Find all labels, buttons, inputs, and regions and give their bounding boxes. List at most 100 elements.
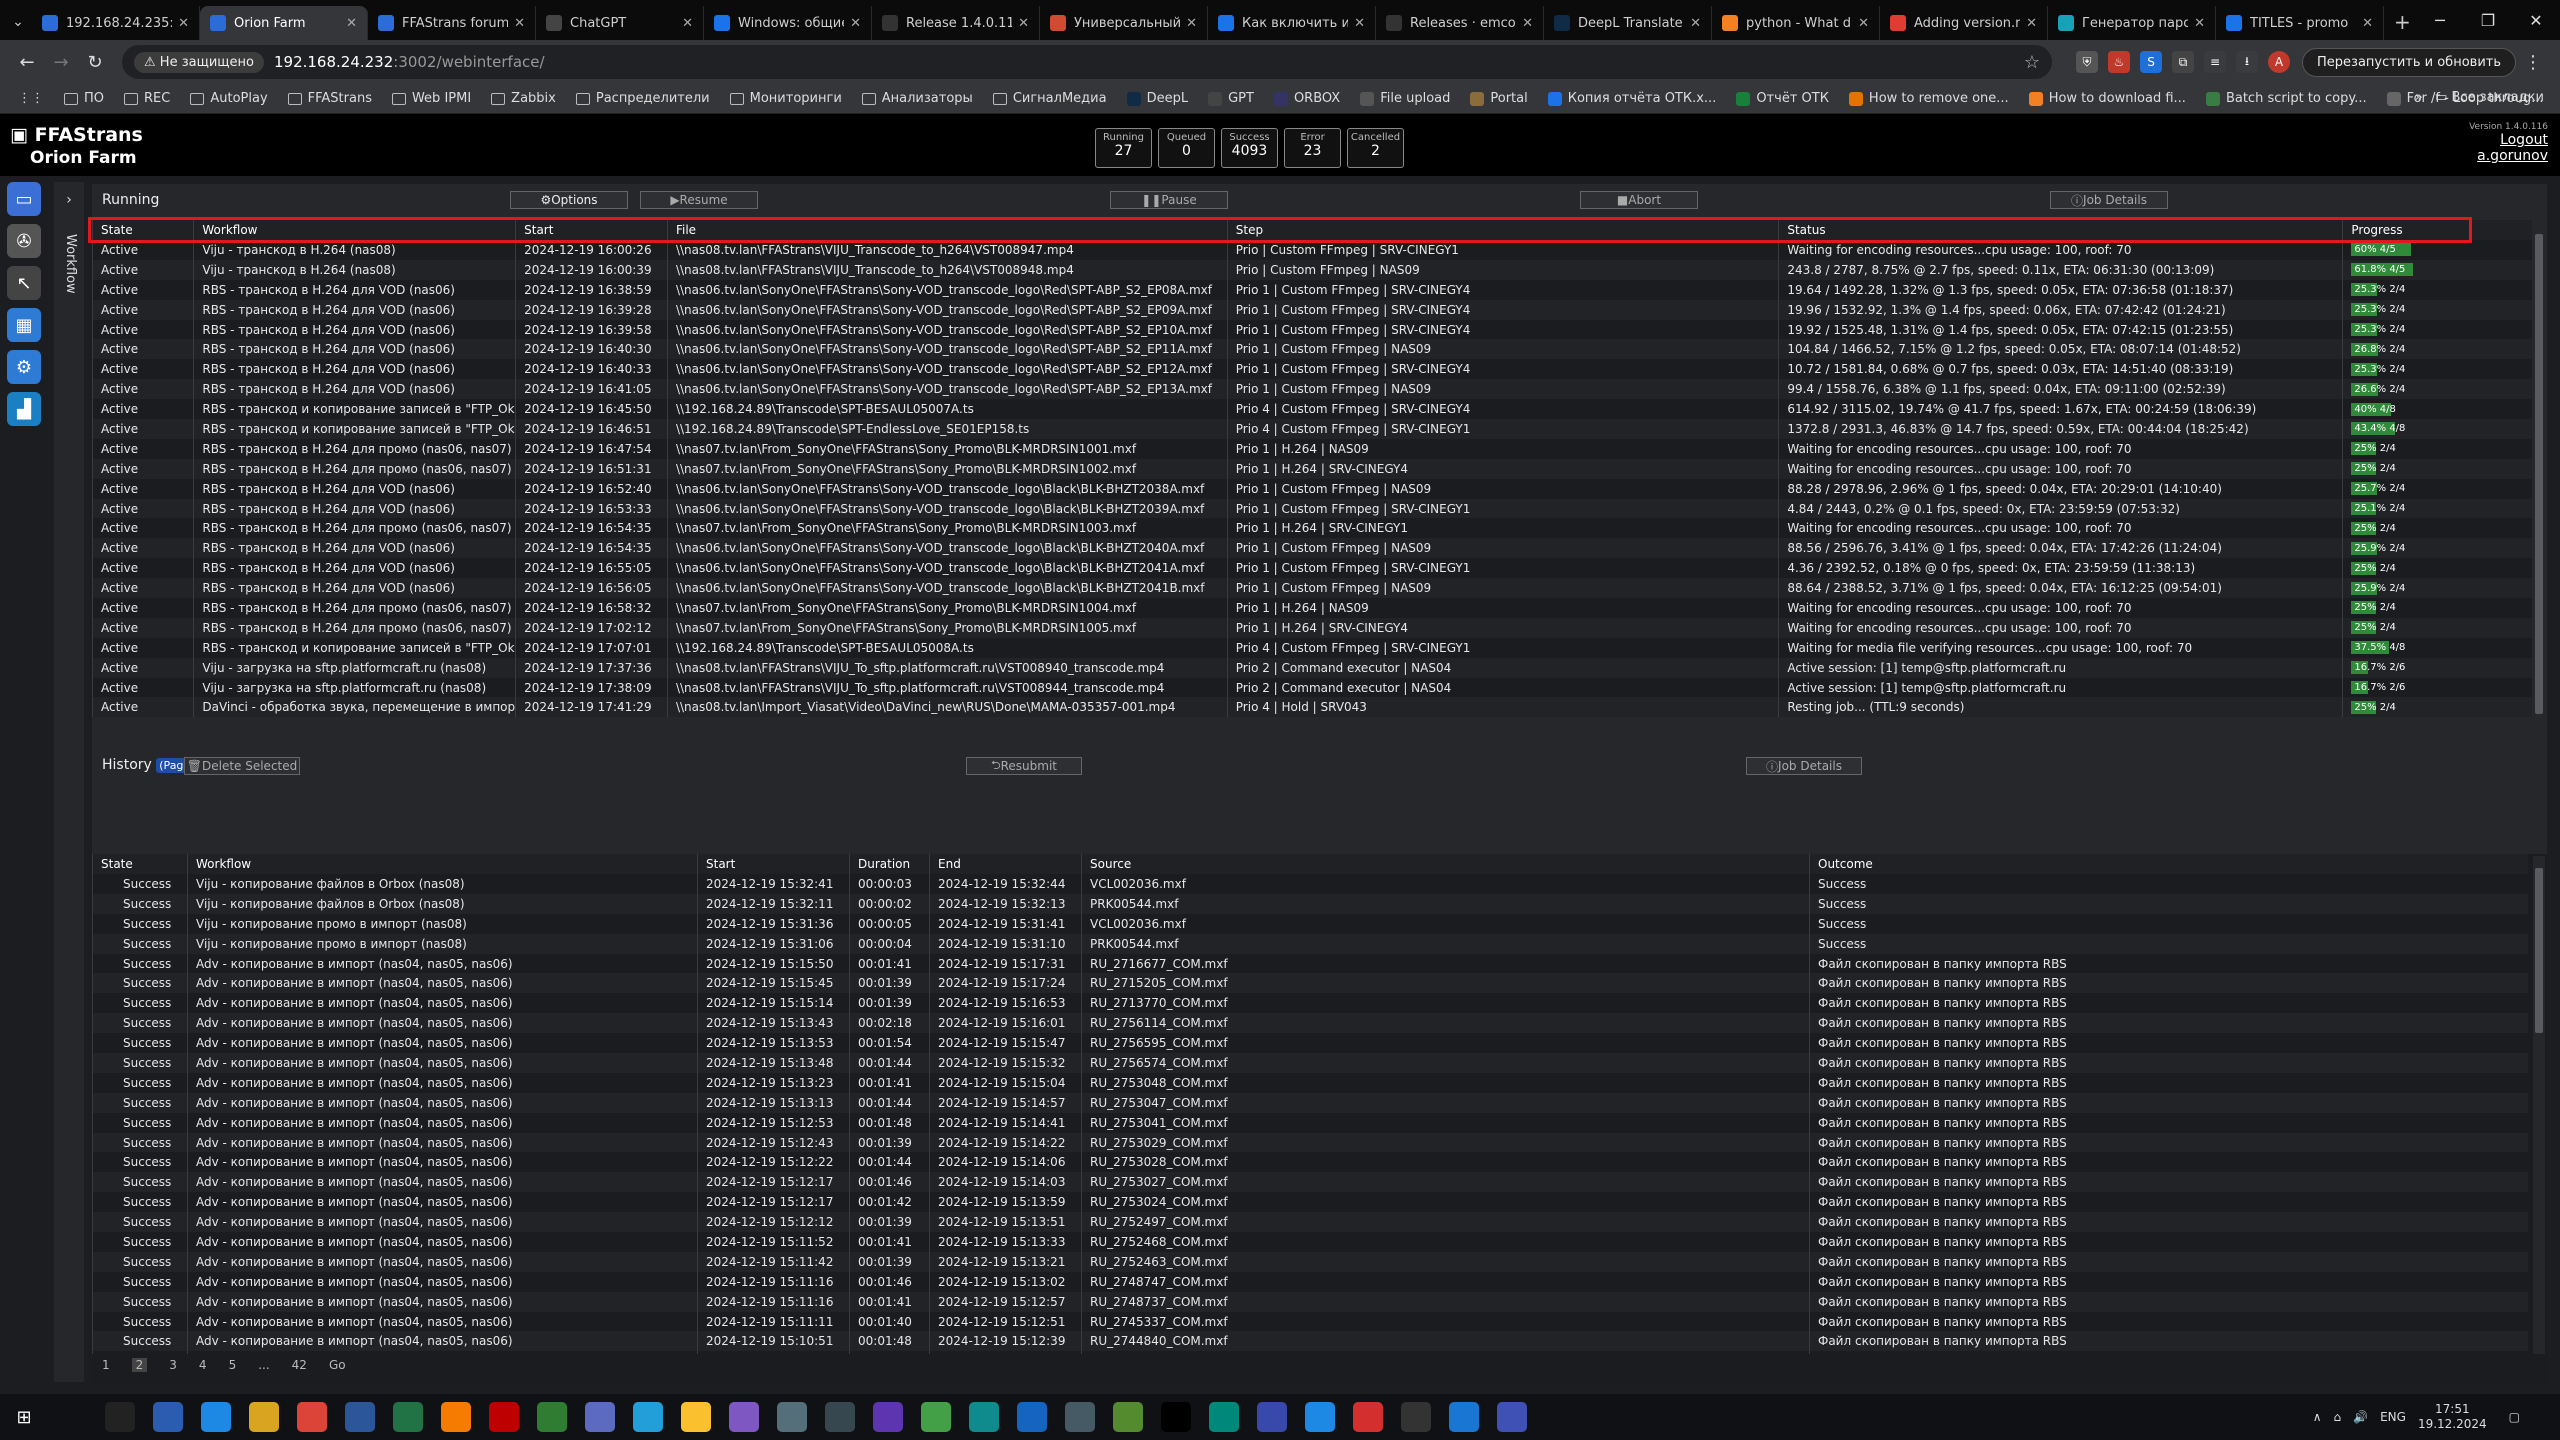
tab-close-icon[interactable]: ✕ <box>346 16 357 31</box>
puzzle-extension-icon[interactable]: ⧉ <box>2172 51 2195 73</box>
browser-tab[interactable]: Releases · emcod ✕ <box>1376 6 1544 40</box>
table-row[interactable]: SuccessAdv - копирование в импорт (nas04… <box>92 1251 2528 1272</box>
table-row[interactable]: SuccessAdv - копирование в импорт (nas04… <box>92 1271 2528 1292</box>
resubmit-button[interactable]: ⮌ Resubmit <box>966 757 1082 775</box>
table-row[interactable]: SuccessAdv - копирование в импорт (nas04… <box>92 1112 2528 1133</box>
folder-icon[interactable] <box>249 1402 279 1432</box>
app-gear-icon[interactable] <box>1305 1402 1335 1432</box>
pager-item[interactable]: 4 <box>199 1358 207 1372</box>
chrome-icon[interactable] <box>297 1402 327 1432</box>
apps-grid-icon[interactable]: ⋮⋮ <box>18 91 44 106</box>
table-row[interactable]: SuccessAdv - копирование в импорт (nas04… <box>92 1132 2528 1153</box>
network-icon[interactable]: ⌂ <box>2334 1410 2342 1424</box>
tab-close-icon[interactable]: ✕ <box>1186 16 1197 31</box>
tab-close-icon[interactable]: ✕ <box>178 16 189 31</box>
running-scrollbar[interactable] <box>2533 222 2545 738</box>
history-col-header[interactable]: Duration <box>849 854 930 874</box>
monitor-icon[interactable]: ▭ <box>7 182 41 216</box>
tab-close-icon[interactable]: ✕ <box>1690 16 1701 31</box>
tab-close-icon[interactable]: ✕ <box>1018 16 1029 31</box>
notifications-icon[interactable]: ▢ <box>2509 1410 2520 1424</box>
browser-tab[interactable]: DeepL Translate ✕ <box>1544 6 1712 40</box>
app-blue-icon[interactable] <box>153 1402 183 1432</box>
table-row[interactable]: Active RBS - транскод в H.264 для VOD (na… <box>92 379 2532 400</box>
history-job-details-button[interactable]: ⓘ Job Details <box>1746 757 1862 775</box>
flame-extension-icon[interactable]: ♨ <box>2108 51 2131 73</box>
app-cloud-icon[interactable] <box>585 1402 615 1432</box>
tab-close-icon[interactable]: ✕ <box>2194 16 2205 31</box>
profile-avatar-icon[interactable]: A <box>2268 51 2291 73</box>
table-row[interactable]: SuccessAdv - копирование в импорт (nas04… <box>92 1172 2528 1193</box>
table-row[interactable]: SuccessAdv - копирование в импорт (nas04… <box>92 1192 2528 1213</box>
volume-icon[interactable]: 🔊 <box>2353 1410 2368 1424</box>
app-colors-icon[interactable] <box>729 1402 759 1432</box>
table-row[interactable]: Active RBS - транскод в H.264 для промо (… <box>92 438 2532 459</box>
not-secure-badge[interactable]: ⚠ Не защищено <box>134 51 264 73</box>
options-button[interactable]: ⚙ Options <box>510 191 628 209</box>
table-row[interactable]: SuccessAdv - копирование в импорт (nas04… <box>92 973 2528 994</box>
browser-tab[interactable]: TITLES - promo ✕ <box>2216 6 2384 40</box>
all-bookmarks-button[interactable]: » ▭ Все закладки <box>2415 90 2544 105</box>
pager-item[interactable]: 42 <box>292 1358 307 1372</box>
pager-item[interactable]: 3 <box>169 1358 177 1372</box>
tab-close-icon[interactable]: ✕ <box>2026 16 2037 31</box>
app-paint-icon[interactable] <box>1449 1402 1479 1432</box>
browser-tab[interactable]: python - What d ✕ <box>1712 6 1880 40</box>
bookmark-item[interactable]: ORBOX <box>1273 91 1340 106</box>
browser-menu-icon[interactable]: ⋮ <box>2516 45 2550 79</box>
s-extension-icon[interactable]: S <box>2140 51 2163 73</box>
telegram-icon[interactable] <box>633 1402 663 1432</box>
back-icon[interactable]: ← <box>10 45 44 79</box>
table-row[interactable]: SuccessAdv - копирование в импорт (nas04… <box>92 1232 2528 1252</box>
logout-link[interactable]: Logout <box>2469 132 2548 148</box>
table-row[interactable]: Active RBS - транскод в H.264 для VOD (na… <box>92 359 2532 380</box>
tab-close-icon[interactable]: ✕ <box>2362 16 2373 31</box>
history-col-header[interactable]: Workflow <box>187 854 698 874</box>
powershell-icon[interactable] <box>1017 1402 1047 1432</box>
bookmark-item[interactable]: Web IPMI <box>391 91 471 106</box>
bookmark-item[interactable]: FFAStrans <box>287 91 372 106</box>
app-teal-icon[interactable] <box>1209 1402 1239 1432</box>
counter-running[interactable]: Running 27 <box>1095 128 1152 168</box>
tab-search-icon[interactable]: ⌄ <box>4 8 32 36</box>
app-a-icon[interactable] <box>1161 1402 1191 1432</box>
running-job-details-button[interactable]: ⓘ Job Details <box>2050 191 2168 209</box>
table-row[interactable]: Active Viju - транскод в H.264 (nas08) 202… <box>92 259 2532 280</box>
browser-tab[interactable]: Универсальный ✕ <box>1040 6 1208 40</box>
table-row[interactable]: Active RBS - транскод в H.264 для VOD (na… <box>92 279 2532 300</box>
browser-tab[interactable]: ChatGPT ✕ <box>536 6 704 40</box>
pause-button[interactable]: ❚❚ Pause <box>1110 191 1228 209</box>
table-row[interactable]: SuccessAdv - копирование в импорт (nas04… <box>92 1013 2528 1034</box>
table-row[interactable]: SuccessAdv - копирование в импорт (nas04… <box>92 1311 2528 1332</box>
pager-item[interactable]: 5 <box>229 1358 237 1372</box>
tab-close-icon[interactable]: ✕ <box>1522 16 1533 31</box>
windows-start-icon[interactable]: ⊞ <box>9 1402 39 1432</box>
table-row[interactable]: Success Viju - копирование промо в импорт… <box>92 933 2528 954</box>
restore-icon[interactable]: ❐ <box>2464 0 2512 40</box>
app-stripes-icon[interactable] <box>873 1402 903 1432</box>
search-icon[interactable] <box>57 1402 87 1432</box>
app-feather-icon[interactable] <box>777 1402 807 1432</box>
calendar-icon[interactable]: ▦ <box>7 308 41 342</box>
table-row[interactable]: Active RBS - транскод в H.264 для VOD (na… <box>92 578 2532 599</box>
table-row[interactable]: SuccessAdv - копирование в импорт (nas04… <box>92 1331 2528 1352</box>
counter-queued[interactable]: Queued 0 <box>1158 128 1215 168</box>
minimize-icon[interactable]: ─ <box>2416 0 2464 40</box>
browser-tab[interactable]: Release 1.4.0.116 ✕ <box>872 6 1040 40</box>
bookmark-star-icon[interactable]: ☆ <box>2024 52 2040 73</box>
app-green-icon[interactable] <box>537 1402 567 1432</box>
relaunch-update-button[interactable]: Перезапустить и обновить <box>2302 47 2516 77</box>
history-scrollbar[interactable] <box>2533 856 2545 1354</box>
download-icon[interactable]: ⭳ <box>2236 51 2259 73</box>
table-row[interactable]: Active RBS - транскод в H.264 для VOD (na… <box>92 319 2532 340</box>
table-row[interactable]: Active RBS - транскод в H.264 для VOD (na… <box>92 498 2532 519</box>
counter-cancelled[interactable]: Cancelled 2 <box>1347 128 1404 168</box>
resume-button[interactable]: ▶ Resume <box>640 191 758 209</box>
abort-button[interactable]: ■ Abort <box>1580 191 1698 209</box>
pager-item[interactable]: 1 <box>102 1358 110 1372</box>
shield-extension-icon[interactable]: ⛨ <box>2076 51 2099 73</box>
browser-tab[interactable]: 192.168.24.235:3002 ✕ <box>32 6 200 40</box>
table-row[interactable]: SuccessAdv - копирование в импорт (nas04… <box>92 1152 2528 1173</box>
app-gray-icon[interactable] <box>1065 1402 1095 1432</box>
app-ffas-icon[interactable] <box>1257 1402 1287 1432</box>
